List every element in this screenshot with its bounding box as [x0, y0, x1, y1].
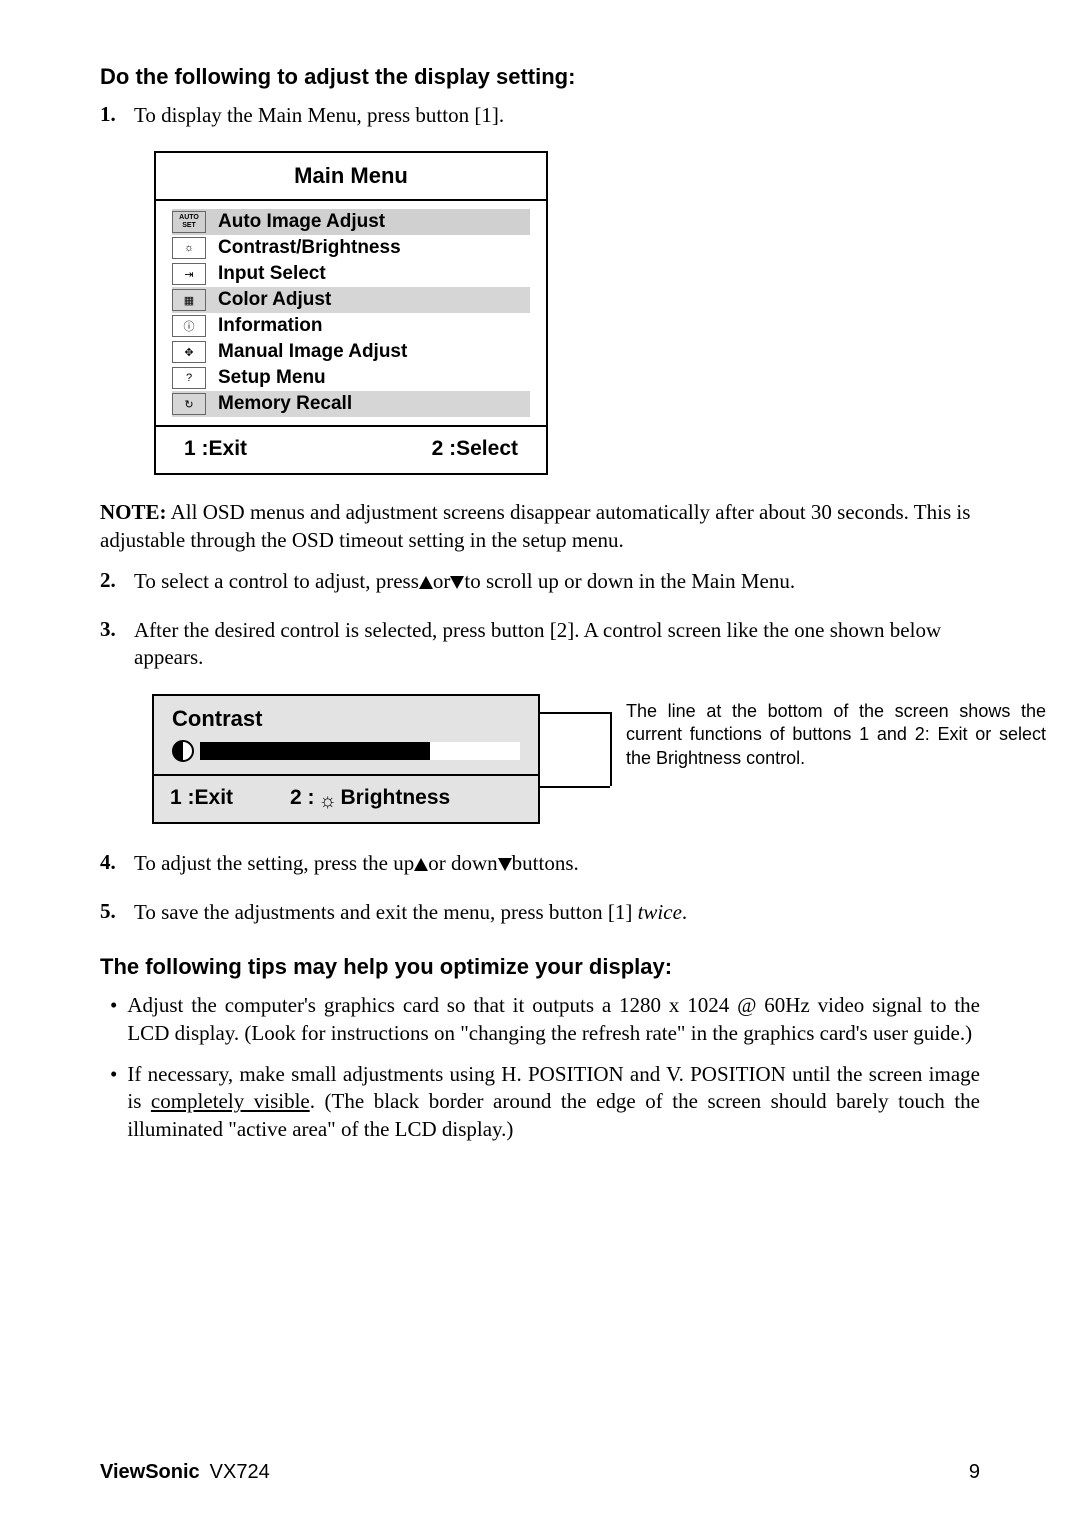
step-2-text: To select a control to adjust, press orto… [134, 568, 980, 595]
step-1-text: To display the Main Menu, press button [… [134, 102, 980, 129]
footer-model: VX724 [210, 1461, 270, 1483]
contrast-brightness-label: 2 : Brightness [290, 786, 450, 810]
step-5: 5. To save the adjustments and exit the … [100, 899, 980, 926]
menu-item-label: Contrast/Brightness [218, 237, 401, 259]
step-2-b: or [433, 569, 451, 593]
down-arrow-icon [450, 576, 464, 589]
tip-1: • Adjust the computer's graphics card so… [100, 992, 980, 1047]
step-2-num: 2. [100, 568, 120, 595]
step-5-text: To save the adjustments and exit the men… [134, 899, 980, 926]
menu-item-information: ⓘ Information [172, 313, 530, 339]
menu-item-label: Auto Image Adjust [218, 211, 385, 233]
footer-page-number: 9 [969, 1461, 980, 1484]
contrast-2-prefix: 2 : [290, 786, 315, 810]
step-3-num: 3. [100, 617, 120, 672]
step-2-c: to scroll up or down in the Main Menu. [464, 569, 795, 593]
step-4-a: To adjust the setting, press the up [134, 851, 414, 875]
leader-line [538, 786, 610, 788]
step-2-a: To select a control to adjust, press [134, 569, 419, 593]
note-paragraph: NOTE: All OSD menus and adjustment scree… [100, 499, 980, 554]
leader-line [610, 712, 612, 786]
contrast-brightness-text: Brightness [341, 786, 451, 810]
menu-item-auto-image-adjust: AUTOSET Auto Image Adjust [172, 209, 530, 235]
note-body: All OSD menus and adjustment screens dis… [100, 500, 970, 551]
main-menu-items: AUTOSET Auto Image Adjust ☼ Contrast/Bri… [156, 201, 546, 425]
step-4-c: buttons. [512, 851, 579, 875]
contrast-icon [172, 740, 194, 762]
leader-line [538, 712, 610, 714]
tip-1-text: Adjust the computer's graphics card so t… [127, 992, 980, 1047]
up-arrow-icon [419, 576, 433, 589]
menu-item-contrast-brightness: ☼ Contrast/Brightness [172, 235, 530, 261]
footer-exit-label: 1 :Exit [184, 437, 432, 461]
contrast-bar [200, 742, 520, 760]
step-5-num: 5. [100, 899, 120, 926]
note-label: NOTE: [100, 500, 167, 524]
footer-select-label: 2 :Select [432, 437, 518, 461]
info-icon: ⓘ [172, 315, 206, 337]
menu-item-input-select: ⇥ Input Select [172, 261, 530, 287]
menu-item-setup-menu: ? Setup Menu [172, 365, 530, 391]
menu-item-color-adjust: ▦ Color Adjust [172, 287, 530, 313]
bullet-icon: • [100, 1061, 117, 1143]
tip-2-underline: completely visible [151, 1089, 310, 1113]
menu-item-manual-image-adjust: ✥ Manual Image Adjust [172, 339, 530, 365]
step-4: 4. To adjust the setting, press the up or… [100, 850, 980, 877]
tips-list: • Adjust the computer's graphics card so… [100, 992, 980, 1142]
step-2: 2. To select a control to adjust, press o… [100, 568, 980, 595]
auto-set-icon: AUTOSET [172, 211, 206, 233]
contrast-title: Contrast [172, 706, 520, 732]
menu-item-memory-recall: ↻ Memory Recall [172, 391, 530, 417]
manual-adjust-icon: ✥ [172, 341, 206, 363]
menu-item-label: Setup Menu [218, 367, 326, 389]
contrast-footer: 1 :Exit 2 : Brightness [154, 774, 538, 822]
sun-icon [319, 789, 337, 807]
heading-adjust: Do the following to adjust the display s… [100, 64, 980, 90]
down-arrow-icon [498, 858, 512, 871]
bullet-icon: • [100, 992, 117, 1047]
menu-item-label: Manual Image Adjust [218, 341, 407, 363]
contrast-bar-fill [430, 742, 520, 760]
footer-brand-name: ViewSonic [100, 1461, 200, 1483]
step-5-dot: . [682, 900, 687, 924]
brightness-icon: ☼ [172, 237, 206, 259]
contrast-exit-label: 1 :Exit [170, 786, 290, 810]
question-icon: ? [172, 367, 206, 389]
contrast-bar-row [172, 740, 520, 762]
input-icon: ⇥ [172, 263, 206, 285]
footer-brand: ViewSonic VX724 [100, 1461, 270, 1484]
main-menu-title: Main Menu [156, 153, 546, 201]
tip-2-text: If necessary, make small adjustments usi… [127, 1061, 980, 1143]
step-4-text: To adjust the setting, press the up or do… [134, 850, 980, 877]
heading-tips: The following tips may help you optimize… [100, 954, 980, 980]
menu-item-label: Information [218, 315, 323, 337]
up-arrow-icon [414, 858, 428, 871]
contrast-top: Contrast [154, 696, 538, 774]
contrast-panel: Contrast 1 :Exit 2 : Brightness [152, 694, 540, 824]
step-1: 1. To display the Main Menu, press butto… [100, 102, 980, 129]
tip-2: • If necessary, make small adjustments u… [100, 1061, 980, 1143]
step-5-a: To save the adjustments and exit the men… [134, 900, 638, 924]
contrast-figure-row: Contrast 1 :Exit 2 : Brightness The line… [152, 694, 980, 824]
step-1-num: 1. [100, 102, 120, 129]
color-icon: ▦ [172, 289, 206, 311]
menu-item-label: Color Adjust [218, 289, 331, 311]
page-footer: ViewSonic VX724 9 [100, 1461, 980, 1484]
step-5-twice: twice [638, 900, 682, 924]
contrast-callout-caption: The line at the bottom of the screen sho… [626, 700, 1046, 770]
step-3: 3. After the desired control is selected… [100, 617, 980, 672]
menu-item-label: Input Select [218, 263, 326, 285]
recall-icon: ↻ [172, 393, 206, 415]
step-4-num: 4. [100, 850, 120, 877]
step-3-text: After the desired control is selected, p… [134, 617, 980, 672]
main-menu-panel: Main Menu AUTOSET Auto Image Adjust ☼ Co… [154, 151, 548, 475]
step-4-b: or down [428, 851, 497, 875]
menu-item-label: Memory Recall [218, 393, 352, 415]
main-menu-footer: 1 :Exit 2 :Select [156, 425, 546, 473]
